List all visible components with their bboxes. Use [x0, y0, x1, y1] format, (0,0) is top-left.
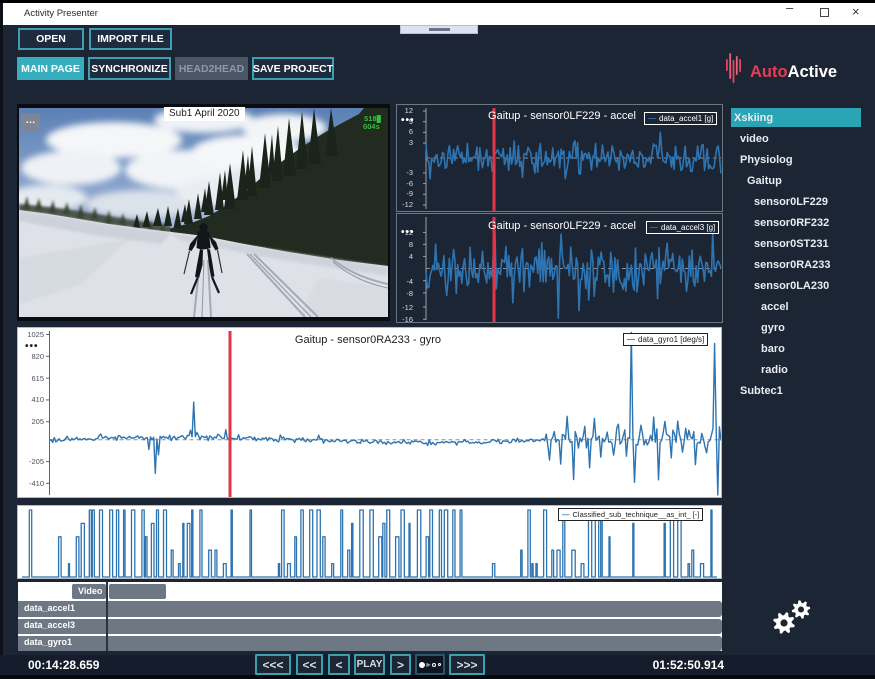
- svg-text:S18█: S18█: [364, 115, 382, 124]
- svg-text:AutoActive: AutoActive: [750, 63, 837, 81]
- svg-text:GO4s: GO4s: [363, 124, 380, 132]
